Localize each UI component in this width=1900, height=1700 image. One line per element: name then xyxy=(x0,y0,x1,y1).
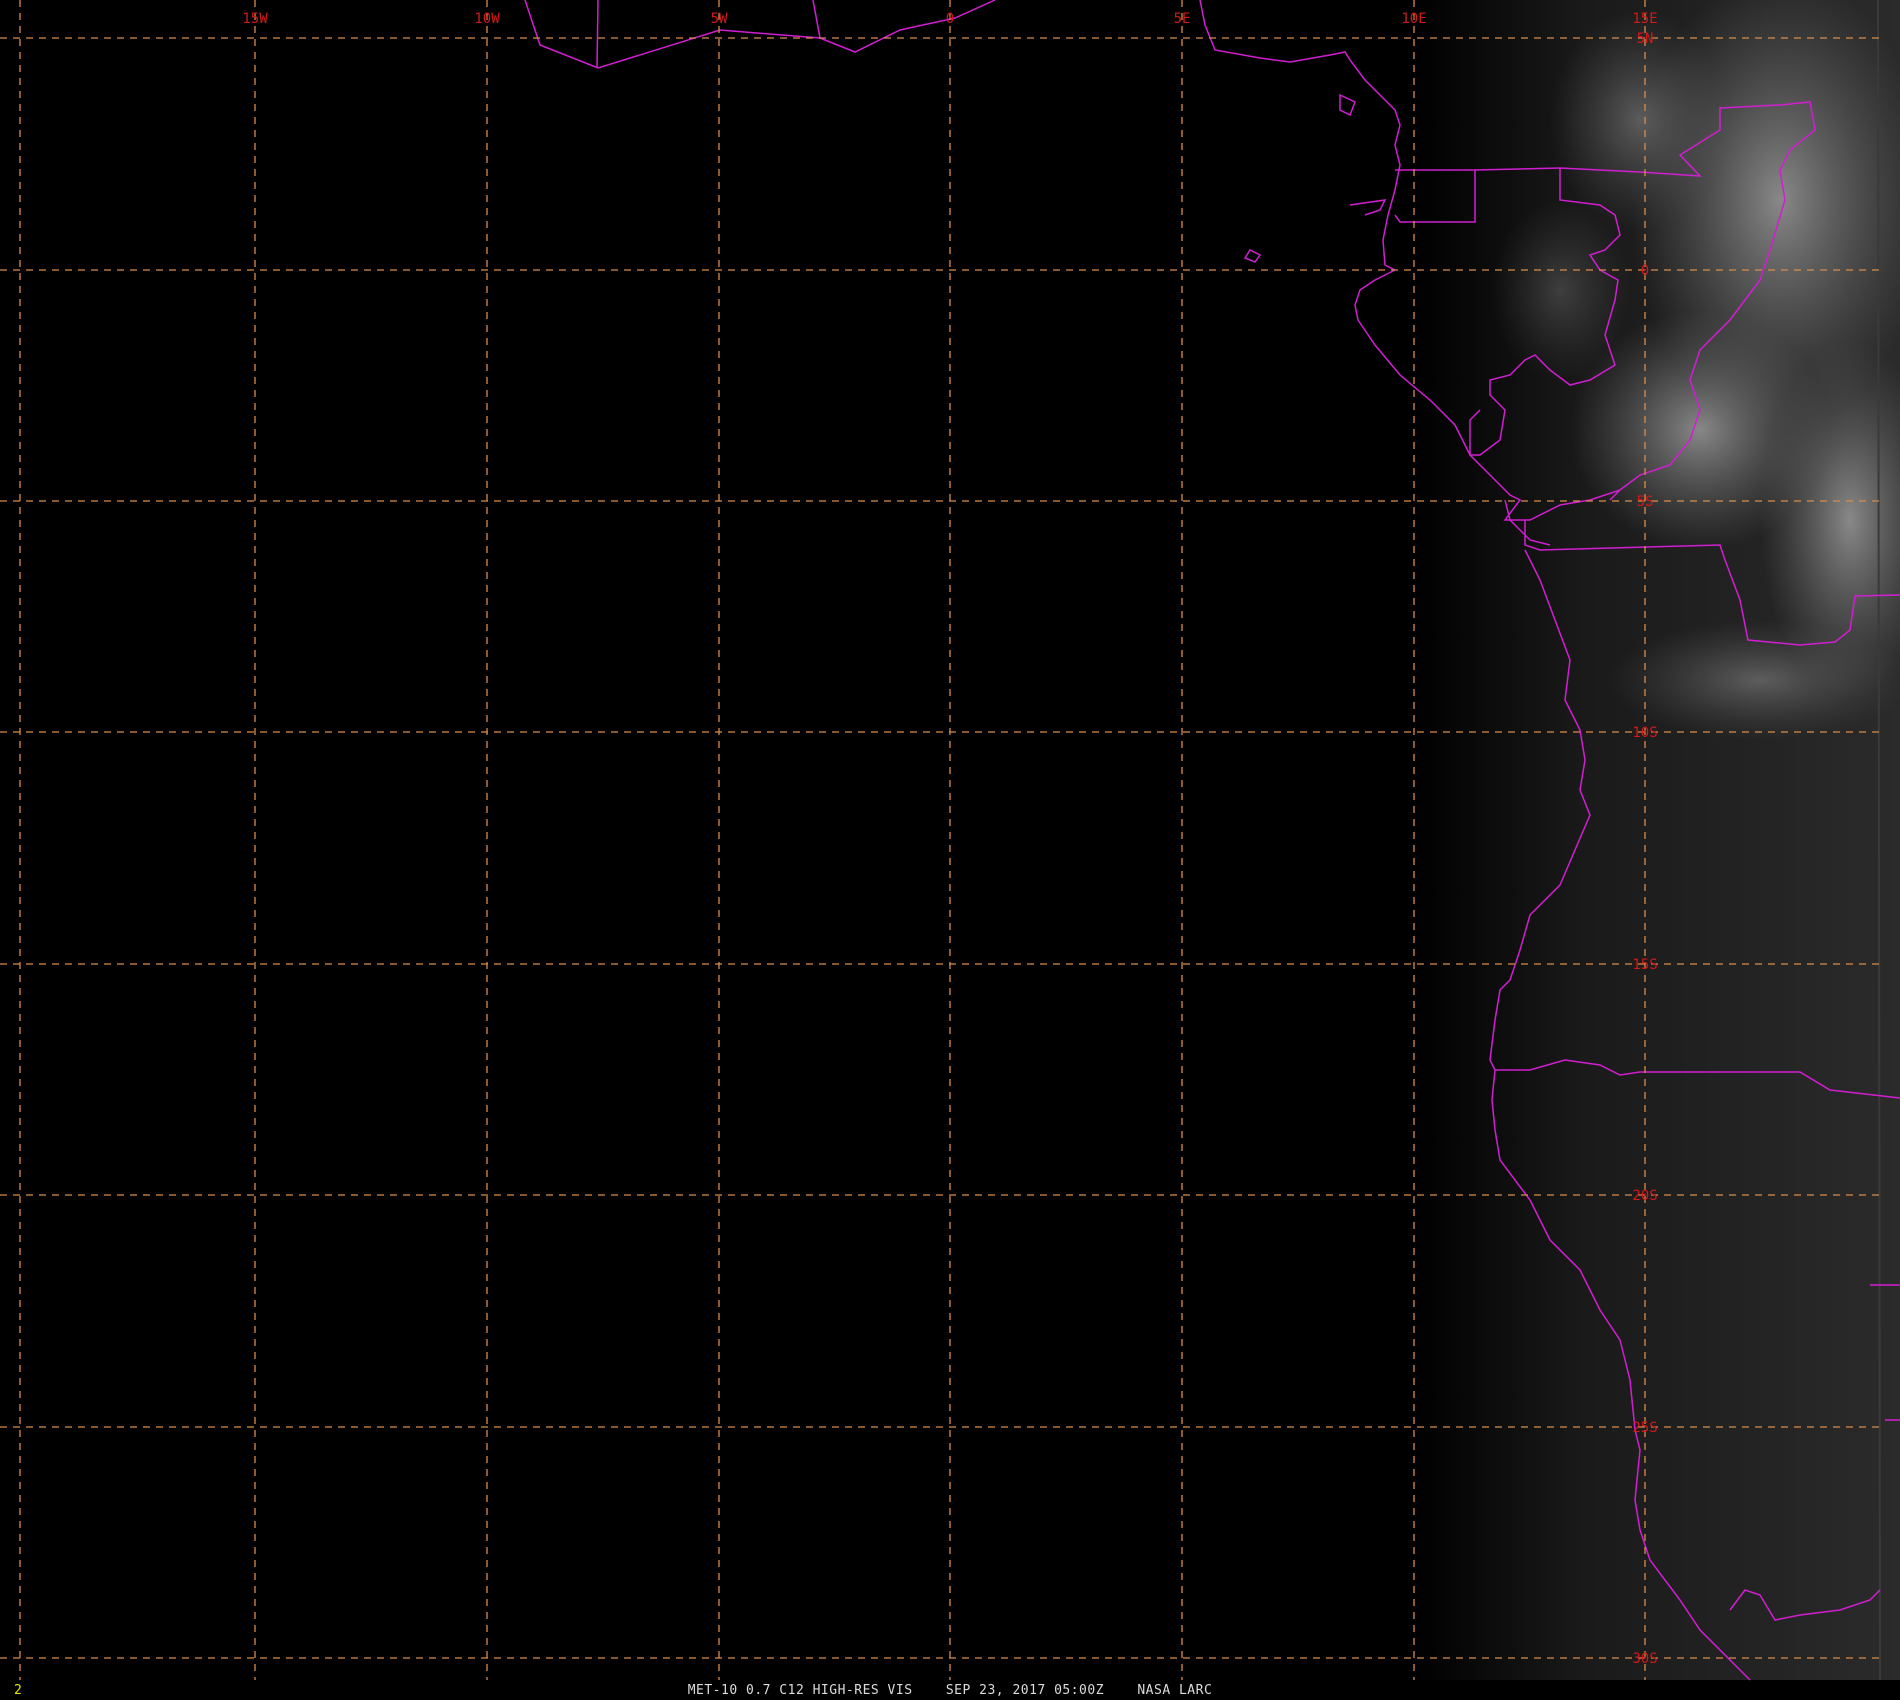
longitude-label: 15W xyxy=(242,11,268,27)
satellite-map: 15W 10W 5W 0 5E 10E 15E 5N 0 5S 10S 15S 20S 25S 30S xyxy=(0,0,1900,1681)
image-caption: MET-10 0.7 C12 HIGH-RES VIS SEP 23, 2017… xyxy=(687,1683,1213,1698)
longitude-label: 5E xyxy=(1174,11,1191,27)
longitude-label: 10E xyxy=(1401,11,1426,27)
latitude-label: 0 xyxy=(1641,263,1649,279)
longitude-label: 0 xyxy=(946,11,954,27)
longitude-label: 15E xyxy=(1632,11,1657,27)
latitude-label: 25S xyxy=(1632,1420,1657,1436)
satellite-image-viewer: 15W 10W 5W 0 5E 10E 15E 5N 0 5S 10S 15S 20S 25S 30S 2 … xyxy=(0,0,1900,1700)
latitude-label: 20S xyxy=(1632,1188,1657,1204)
latitude-label: 10S xyxy=(1632,725,1657,741)
latitude-label: 30S xyxy=(1632,1651,1657,1667)
longitude-label: 10W xyxy=(474,11,500,27)
longitude-label: 5W xyxy=(711,11,728,27)
latitude-label: 5S xyxy=(1637,494,1654,510)
latitude-label: 5N xyxy=(1637,31,1654,47)
latitude-label: 15S xyxy=(1632,957,1657,973)
